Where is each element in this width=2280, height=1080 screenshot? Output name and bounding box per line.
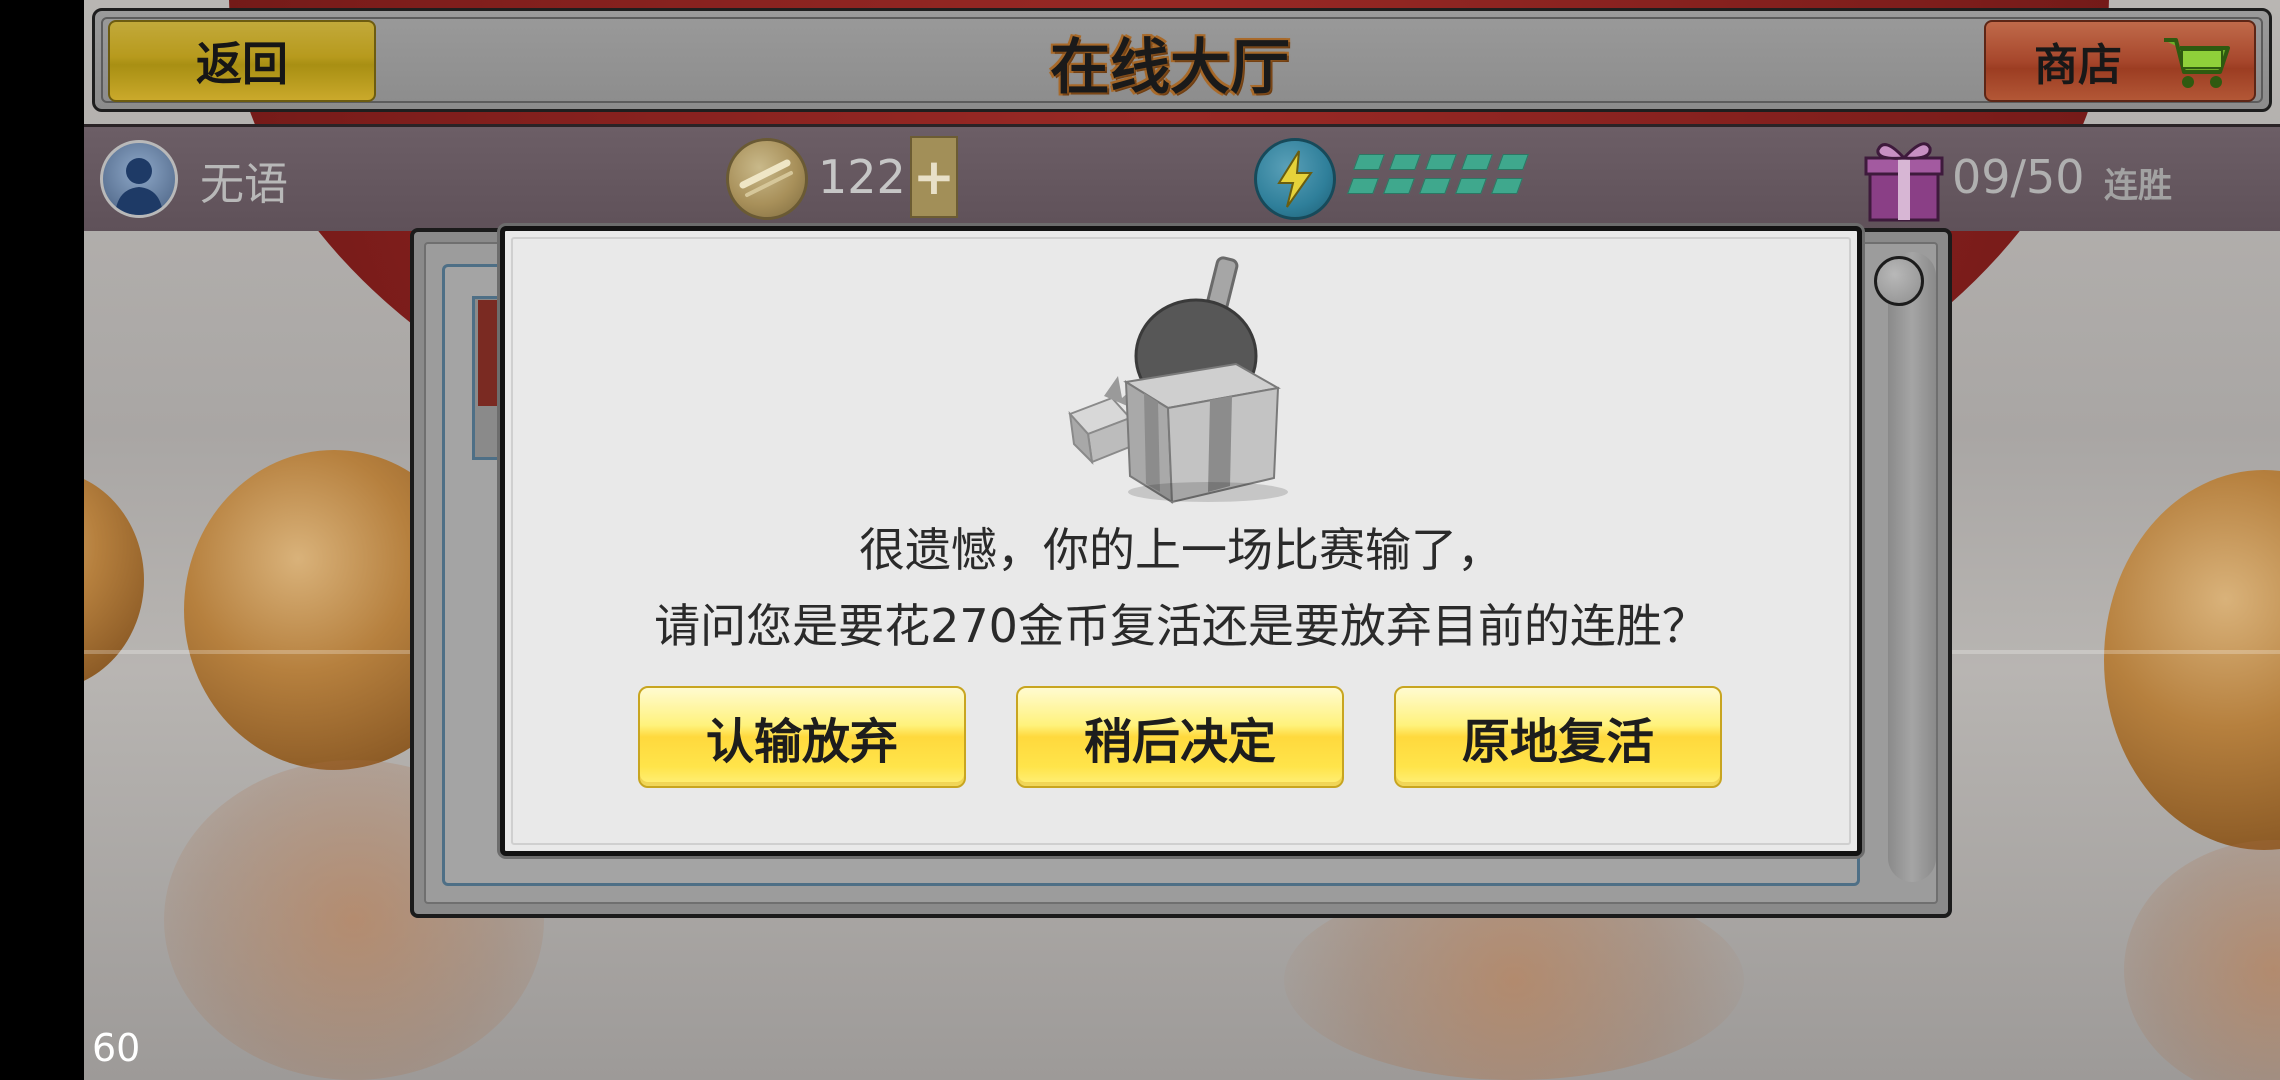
give-up-button-label: 认输放弃 xyxy=(705,714,898,770)
shop-button-label: 商店 xyxy=(2034,40,2122,91)
energy-cell xyxy=(1497,154,1529,170)
energy-cell xyxy=(1383,178,1415,194)
win-streak-label: 连胜 xyxy=(2104,166,2172,206)
ball-reflection xyxy=(2124,840,2280,1080)
energy-cell xyxy=(1419,178,1451,194)
dialog-message-line-1: 很遗憾，你的上一场比赛输了， xyxy=(859,523,1503,577)
fps-counter: 60 xyxy=(92,1026,141,1070)
dialog-message-line-2: 请问您是要花270金币复活还是要放弃目前的连胜？ xyxy=(654,599,1708,653)
left-black-strip xyxy=(0,0,84,1080)
coin-icon xyxy=(726,138,808,220)
back-button[interactable]: 返回 xyxy=(108,20,376,102)
ball-decoration xyxy=(84,470,144,690)
win-streak-count: 09/50 xyxy=(1952,150,2085,204)
shopping-cart-icon xyxy=(2164,38,2230,88)
ball-decoration xyxy=(2104,470,2280,850)
energy-cell xyxy=(1347,178,1379,194)
energy-meter xyxy=(1347,152,1536,202)
decide-later-button[interactable]: 稍后决定 xyxy=(1016,686,1344,788)
back-button-label: 返回 xyxy=(196,37,288,91)
page-title: 在线大厅 xyxy=(1050,32,1290,103)
give-up-button[interactable]: 认输放弃 xyxy=(638,686,966,788)
username: 无语 xyxy=(200,159,288,210)
scrollbar-knob[interactable] xyxy=(1874,256,1924,306)
coin-count: 122 xyxy=(818,150,906,204)
lightning-icon xyxy=(1254,138,1336,220)
energy-cell xyxy=(1461,154,1493,170)
user-avatar-icon[interactable] xyxy=(100,140,178,218)
energy-cell xyxy=(1455,178,1487,194)
energy-cell xyxy=(1353,154,1385,170)
revive-button-label: 原地复活 xyxy=(1461,714,1654,770)
status-bar xyxy=(84,124,2280,231)
decide-later-button-label: 稍后决定 xyxy=(1083,714,1276,770)
energy-cell xyxy=(1491,178,1523,194)
paddle-gift-icon xyxy=(1068,256,1288,504)
shop-button[interactable]: 商店 xyxy=(1984,20,2256,102)
energy-cell xyxy=(1425,154,1457,170)
energy-cell xyxy=(1389,154,1421,170)
revive-button[interactable]: 原地复活 xyxy=(1394,686,1722,788)
add-coins-button[interactable]: + xyxy=(910,136,958,218)
gift-box-icon xyxy=(1864,142,1944,222)
scrollbar-track[interactable] xyxy=(1888,252,1936,882)
